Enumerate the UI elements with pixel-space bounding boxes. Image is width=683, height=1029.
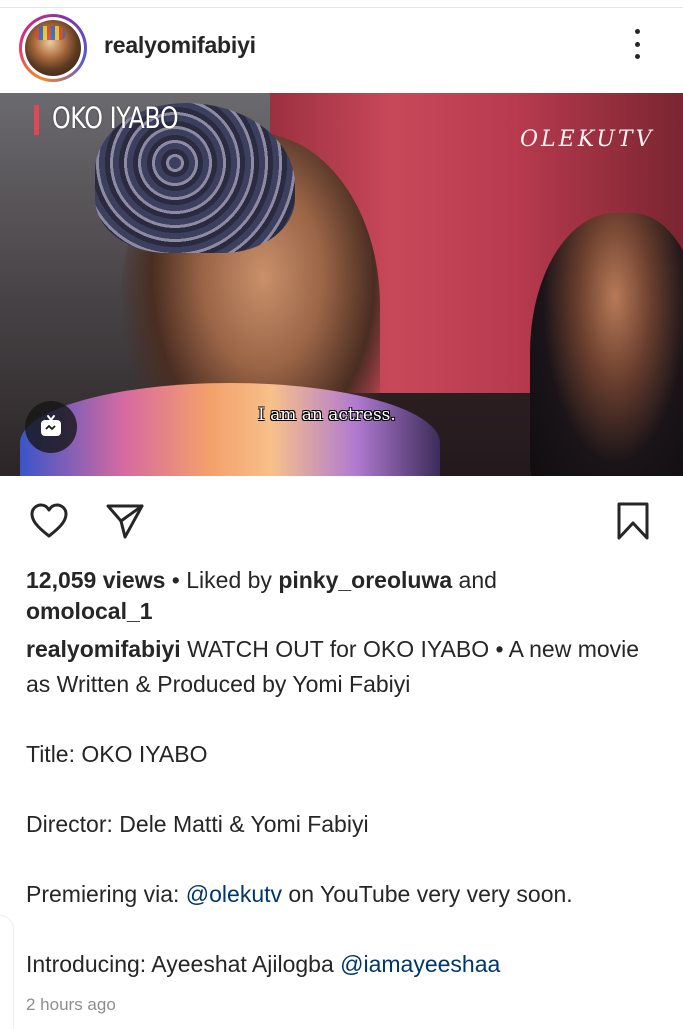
liked-user-1[interactable]: pinky_oreoluwa (278, 567, 452, 593)
liked-by-label: Liked by (186, 567, 272, 593)
title-overlay-bar (34, 105, 39, 135)
igtv-icon[interactable] (25, 401, 77, 453)
video-subtitle: I am an actress. (258, 405, 396, 425)
bookmark-icon[interactable] (612, 500, 654, 542)
view-count[interactable]: 12,059 views (26, 567, 165, 593)
premiering-prefix: Premiering via: (26, 881, 180, 907)
mention-olekutv[interactable]: @olekutv (186, 881, 282, 907)
avatar[interactable] (19, 14, 87, 82)
action-bar (0, 490, 683, 550)
mention-iamayeeshaa[interactable]: @iamayeeshaa (340, 951, 500, 977)
caption-title-line: Title: OKO IYABO (26, 741, 208, 767)
separator-dot: • (171, 567, 187, 593)
caption-introducing-line: Introducing: Ayeeshat Ajilogba @iamayees… (26, 947, 666, 982)
post-header: realyomifabiyi (0, 10, 683, 82)
top-divider (0, 7, 683, 8)
premiering-suffix: on YouTube very very soon. (288, 881, 573, 907)
caption-premiering-line: Premiering via: @olekutv on YouTube very… (26, 877, 666, 912)
post-media[interactable]: OKO IYABO OLEKUTV I am an actress. (0, 93, 683, 476)
liked-user-2[interactable]: omolocal_1 (26, 598, 153, 624)
heart-icon[interactable] (28, 500, 70, 542)
post-username[interactable]: realyomifabiyi (104, 32, 256, 59)
avatar-image (25, 20, 81, 76)
introducing-prefix: Introducing: Ayeeshat Ajilogba (26, 951, 334, 977)
channel-watermark: OLEKUTV (520, 127, 655, 152)
edge-panel (0, 915, 14, 1029)
caption-director-line: Director: Dele Matti & Yomi Fabiyi (26, 811, 369, 837)
engagement-summary: 12,059 views • Liked by pinky_oreoluwa a… (26, 565, 666, 627)
and-label: and (458, 567, 497, 593)
more-options-icon[interactable] (620, 26, 654, 62)
caption-first-paragraph: realyomifabiyi WATCH OUT for OKO IYABO •… (26, 632, 666, 702)
send-icon[interactable] (104, 500, 146, 542)
post-caption: realyomifabiyi WATCH OUT for OKO IYABO •… (26, 632, 666, 982)
caption-username[interactable]: realyomifabiyi (26, 636, 181, 662)
title-overlay: OKO IYABO (52, 101, 179, 135)
post-timestamp: 2 hours ago (26, 995, 116, 1014)
